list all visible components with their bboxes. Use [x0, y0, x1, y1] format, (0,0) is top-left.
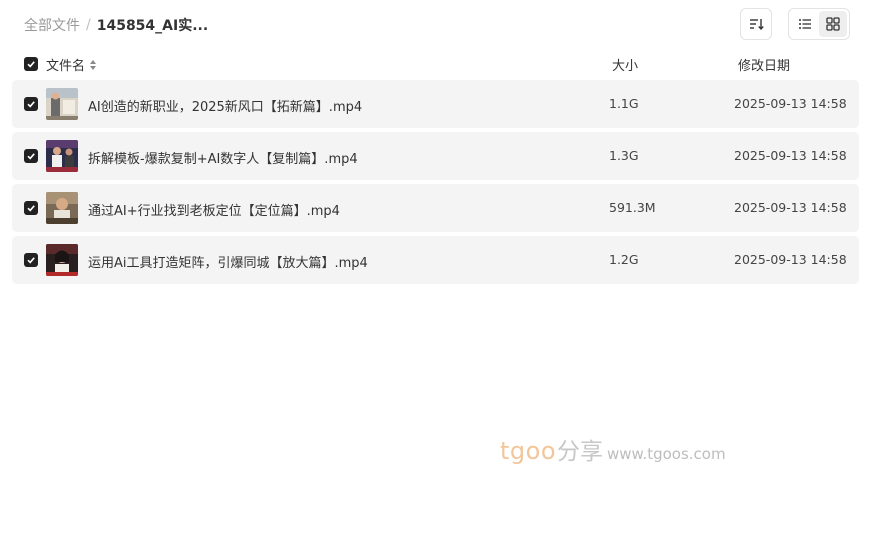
column-header-name[interactable]: 文件名	[46, 55, 97, 74]
table-row[interactable]: 通过AI+行业找到老板定位【定位篇】.mp4 591.3M 2025-09-13…	[12, 184, 859, 232]
table-row[interactable]: 运用Ai工具打造矩阵，引爆同城【放大篇】.mp4 1.2G 2025-09-13…	[12, 236, 859, 284]
watermark-cn: 分享	[557, 439, 604, 465]
video-thumbnail[interactable]	[46, 244, 78, 276]
file-size: 591.3M	[609, 200, 656, 215]
breadcrumb: 全部文件 / 145854_AI实...	[24, 15, 208, 35]
grid-view-button[interactable]	[819, 11, 847, 37]
file-name[interactable]: AI创造的新职业，2025新风口【拓新篇】.mp4	[88, 96, 362, 115]
check-icon	[27, 61, 35, 68]
file-size: 1.1G	[609, 96, 639, 111]
table-header: 文件名 大小 修改日期	[24, 55, 858, 74]
file-name[interactable]: 运用Ai工具打造矩阵，引爆同城【放大篇】.mp4	[88, 252, 368, 271]
sort-button[interactable]	[740, 8, 772, 40]
check-icon	[27, 257, 35, 264]
table-row[interactable]: 拆解模板-爆款复制+AI数字人【复制篇】.mp4 1.3G 2025-09-13…	[12, 132, 859, 180]
file-list: AI创造的新职业，2025新风口【拓新篇】.mp4 1.1G 2025-09-1…	[12, 80, 859, 288]
row-checkbox[interactable]	[24, 97, 38, 111]
breadcrumb-current-folder: 145854_AI实...	[96, 18, 209, 34]
file-date: 2025-09-13 14:58	[734, 148, 847, 163]
file-date: 2025-09-13 14:58	[734, 200, 847, 215]
video-thumbnail[interactable]	[46, 140, 78, 172]
video-thumbnail[interactable]	[46, 88, 78, 120]
check-icon	[27, 153, 35, 160]
column-header-date[interactable]: 修改日期	[738, 55, 790, 74]
sort-descending-icon	[750, 19, 764, 31]
column-header-name-label: 文件名	[46, 59, 86, 74]
file-size: 1.2G	[609, 252, 639, 267]
grid-view-icon	[826, 17, 840, 31]
list-view-icon	[799, 19, 811, 29]
file-size: 1.3G	[609, 148, 639, 163]
select-all-checkbox[interactable]	[24, 57, 38, 71]
row-checkbox[interactable]	[24, 253, 38, 267]
watermark: tgoo 分享 www.tgoos.com	[500, 432, 726, 466]
file-name[interactable]: 拆解模板-爆款复制+AI数字人【复制篇】.mp4	[88, 148, 358, 167]
check-icon	[27, 101, 35, 108]
sort-arrows-icon[interactable]	[89, 59, 97, 71]
column-header-size[interactable]: 大小	[612, 55, 638, 74]
watermark-brand: tgoo	[500, 437, 557, 465]
row-checkbox[interactable]	[24, 201, 38, 215]
video-thumbnail[interactable]	[46, 192, 78, 224]
file-date: 2025-09-13 14:58	[734, 252, 847, 267]
row-checkbox[interactable]	[24, 149, 38, 163]
list-view-button[interactable]	[791, 11, 819, 37]
breadcrumb-root-link[interactable]: 全部文件	[24, 15, 80, 35]
file-date: 2025-09-13 14:58	[734, 96, 847, 111]
table-row[interactable]: AI创造的新职业，2025新风口【拓新篇】.mp4 1.1G 2025-09-1…	[12, 80, 859, 128]
breadcrumb-separator: /	[86, 17, 91, 33]
file-name[interactable]: 通过AI+行业找到老板定位【定位篇】.mp4	[88, 200, 340, 219]
view-toggle	[788, 8, 850, 40]
check-icon	[27, 205, 35, 212]
watermark-url: www.tgoos.com	[607, 445, 726, 463]
